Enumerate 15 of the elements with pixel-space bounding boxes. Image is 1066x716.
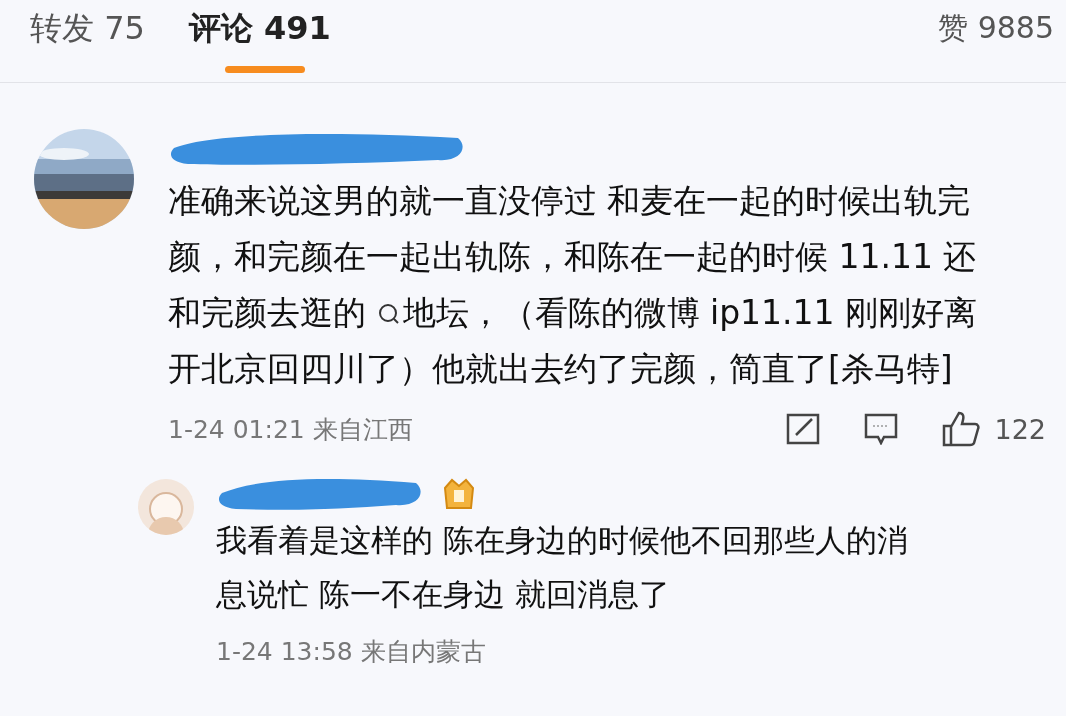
- like-count: 122: [994, 413, 1046, 445]
- thumbs-up-icon[interactable]: [942, 411, 981, 447]
- search-link[interactable]: 地坛: [376, 293, 469, 332]
- user-avatar: [138, 479, 194, 535]
- search-icon: [376, 302, 401, 326]
- tab[interactable]: 转发 75: [30, 8, 145, 48]
- comment-text: 准确来说这男的就一直没停过 和麦在一起的时候出轨完颜，和完颜在一起出轨陈，和陈在一起的时候 11.11 还和完颜去逛的 地坛，（看陈的微博 ip11.11 刚刚好离开北京回四川了）他就出去约了完颜，简直了[杀马特]: [168, 180, 979, 390]
- comment-meta: 1-24 01:21 来自江西: [168, 413, 413, 446]
- crown-badge-icon: [442, 476, 476, 510]
- tab[interactable]: 评论 491: [188, 8, 331, 48]
- likes-tab[interactable]: 赞 9885: [938, 8, 1054, 48]
- comment-text: 我看着是这样的 陈在身边的时候他不回那些人的消息说忙 陈一不在身边 就回消息了: [216, 521, 909, 614]
- comment-icon[interactable]: [864, 413, 899, 445]
- comment-meta: 1-24 13:58 来自内蒙古: [216, 636, 486, 668]
- edit-icon[interactable]: [786, 413, 821, 445]
